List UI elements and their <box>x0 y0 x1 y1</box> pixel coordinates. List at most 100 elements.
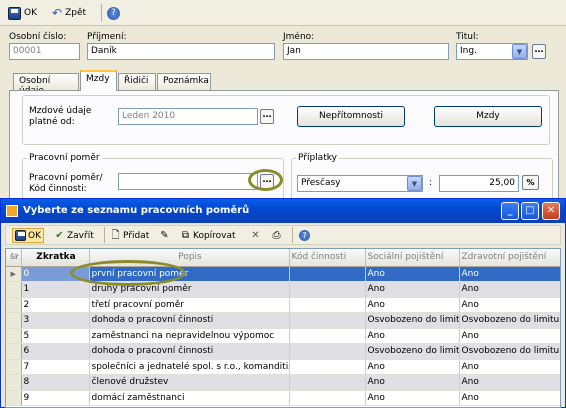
tab-personal[interactable]: Osobní údaje <box>13 73 79 96</box>
row-indicator <box>6 343 22 360</box>
tab-drivers[interactable]: Řidiči <box>118 73 156 90</box>
row-indicator <box>6 390 22 406</box>
minimize-icon: _ <box>507 205 513 216</box>
cell-activity-code <box>289 266 366 282</box>
add-button[interactable]: 🗋 Přidat <box>110 228 149 243</box>
cell-code: 7 <box>21 359 90 375</box>
cell-activity-code <box>289 312 366 329</box>
cell-code: 0 <box>21 266 90 282</box>
cell-activity-code <box>289 374 366 391</box>
ok-button[interactable]: OK <box>8 5 37 21</box>
cell-health-insurance: Ano <box>459 374 560 391</box>
title-label: Titul: <box>456 32 479 42</box>
absence-button[interactable]: Nepřítomnosti <box>297 106 405 127</box>
dialog-titlebar[interactable]: Vyberte ze seznamu pracovních poměrů _ □… <box>1 199 565 223</box>
cell-description: dohoda o pracovní činnosti <box>89 343 290 360</box>
title-dropdown-button[interactable]: ▼ <box>512 44 527 59</box>
personal-number-field[interactable]: 00001 <box>9 43 80 60</box>
surname-label: Příjmení: <box>87 32 127 42</box>
back-button[interactable]: ↶ Zpět <box>52 5 86 21</box>
chevron-down-icon: ▼ <box>516 47 523 56</box>
cell-description: dohoda o pracovní činnosti <box>89 312 290 329</box>
cell-social-insurance: Ano <box>365 297 460 313</box>
cell-health-insurance: Ano <box>459 281 560 298</box>
maximize-button[interactable]: □ <box>521 202 539 220</box>
cell-code: 9 <box>21 390 90 406</box>
allowance-colon: : <box>429 178 433 188</box>
help-icon: ? <box>299 230 310 241</box>
cell-code: 6 <box>21 343 90 360</box>
row-indicator <box>6 328 22 344</box>
surname-field[interactable]: Daník <box>87 43 275 60</box>
cell-activity-code <box>289 281 366 298</box>
cell-health-insurance: Ano <box>459 297 560 313</box>
app-icon <box>6 205 18 217</box>
dialog-close-button[interactable]: ✔ Zavřít <box>54 228 93 243</box>
column-header-social-insurance[interactable]: Sociální pojištění <box>365 249 460 267</box>
cell-activity-code <box>289 297 366 313</box>
minimize-button[interactable]: _ <box>501 202 519 220</box>
table-row[interactable]: 6 dohoda o pracovní činnosti Osvobozeno do… <box>6 343 560 360</box>
column-header-activity-code[interactable]: Kód činnosti <box>289 249 366 267</box>
valid-from-label-2: platné od: <box>29 117 75 127</box>
title-browse-button[interactable]: … <box>532 44 546 59</box>
percent-button[interactable]: % <box>522 175 539 190</box>
employment-label-2: Kód činnosti: <box>29 184 87 194</box>
delete-button[interactable]: ✕ <box>250 228 261 243</box>
wages-tab-panel: Mzdové údaje platné od: Leden 2010 … Nep… <box>9 90 559 210</box>
toolbar-separator <box>101 4 102 22</box>
employment-browse-button[interactable]: … <box>260 174 274 189</box>
tab-note[interactable]: Poznámka <box>157 73 211 90</box>
allowance-value-field[interactable]: 25,00 <box>439 175 519 192</box>
ellipsis-icon: … <box>262 175 272 185</box>
valid-from-label-1: Mzdové údaje <box>29 106 92 116</box>
wages-button[interactable]: Mzdy <box>434 106 542 127</box>
copy-button[interactable]: ⧉ Kopírovat <box>180 228 236 243</box>
ok-button-label: OK <box>24 8 37 18</box>
cell-activity-code <box>289 343 366 360</box>
dialog-toolbar: OK ✔ Zavřít 🗋 Přidat ✎ ⧉ Kopírovat ✕ ⎙ ? <box>5 225 561 245</box>
allowance-type-select[interactable]: Přesčasy <box>297 175 423 192</box>
cell-social-insurance: Ano <box>365 374 460 391</box>
cell-description: druhý pracovní poměr <box>89 281 290 298</box>
cell-social-insurance: Ano <box>365 266 460 282</box>
table-row[interactable]: 1 druhý pracovní poměr Ano Ano <box>6 281 560 298</box>
table-row[interactable]: 2 třetí pracovní poměr Ano Ano <box>6 297 560 313</box>
toolbar-separator <box>104 227 105 243</box>
cell-description: první pracovní poměr <box>89 266 290 282</box>
cell-health-insurance: Ano <box>459 359 560 375</box>
valid-from-browse-button[interactable]: … <box>260 109 274 124</box>
row-indicator <box>6 312 22 329</box>
table-row[interactable]: 5 zaměstnanci na nepravidelnou výpomoc Ano… <box>6 328 560 344</box>
tab-wages[interactable]: Mzdy <box>80 70 117 91</box>
cell-social-insurance: Ano <box>365 281 460 298</box>
employment-field[interactable] <box>118 173 258 190</box>
cell-description: domácí zaměstnanci <box>89 390 290 406</box>
main-toolbar: OK ↶ Zpět ? <box>0 0 566 26</box>
help-button[interactable]: ? <box>107 5 120 21</box>
cell-description: zaměstnanci na nepravidelnou výpomoc <box>89 328 290 344</box>
employment-label-1: Pracovní poměr/ <box>29 173 103 183</box>
edit-button[interactable]: ✎ <box>159 228 170 243</box>
close-window-button[interactable]: ✕ <box>542 202 560 220</box>
column-header-description[interactable]: Popis <box>89 249 290 267</box>
column-width-corner[interactable]: Šíř <box>6 249 22 267</box>
table-row[interactable]: 8 členové družstev Ano Ano <box>6 374 560 391</box>
dialog-help-button[interactable]: ? <box>299 228 310 243</box>
table-row[interactable]: 3 dohoda o pracovní činnosti Osvobozeno do… <box>6 312 560 329</box>
column-header-code[interactable]: Zkratka <box>21 249 90 267</box>
copy-icon: ⧉ <box>181 230 190 241</box>
valid-from-field[interactable]: Leden 2010 <box>118 108 258 125</box>
cell-activity-code <box>289 328 366 344</box>
tab-drivers-label: Řidiči <box>124 76 149 86</box>
ellipsis-icon: … <box>534 45 544 55</box>
column-header-health-insurance[interactable]: Zdravotní pojištění <box>459 249 560 267</box>
table-row[interactable]: 9 domácí zaměstnanci Ano Ano <box>6 390 560 406</box>
table-row[interactable]: ▶ 0 první pracovní poměr Ano Ano <box>6 266 560 282</box>
cell-health-insurance: Ano <box>459 390 560 406</box>
print-button[interactable]: ⎙ <box>271 228 282 243</box>
table-row[interactable]: 7 společníci a jednatelé spol. s r.o., ko… <box>6 359 560 375</box>
allowance-dropdown-button[interactable]: ▼ <box>407 176 422 191</box>
dialog-ok-button[interactable]: OK <box>12 228 44 243</box>
firstname-field[interactable]: Jan <box>283 43 449 60</box>
